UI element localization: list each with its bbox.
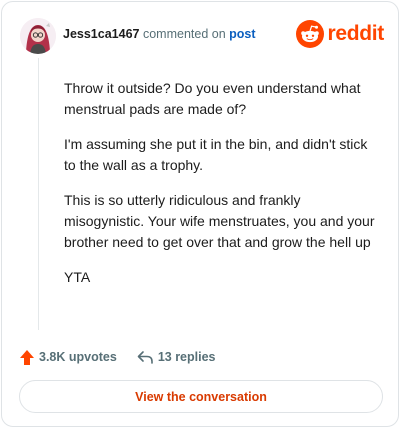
comment-paragraph: Throw it outside? Do you even understand… [64, 80, 361, 117]
username-link[interactable]: Jess1ca1467 [63, 27, 139, 41]
post-link[interactable]: post [229, 27, 255, 41]
replies-stat[interactable]: 13 replies [137, 350, 216, 364]
comment-meta: Jess1ca1467 commented on post [63, 27, 256, 41]
comment-paragraph: This is so utterly ridiculous and frankl… [64, 192, 375, 250]
avatar-icon[interactable] [20, 18, 56, 54]
comment-paragraph: YTA [64, 269, 91, 285]
upvotes-stat[interactable]: 3.8K upvotes [20, 349, 117, 365]
reddit-logo-icon [296, 20, 325, 48]
reddit-brand[interactable]: reddit [296, 20, 384, 48]
brand-wordmark: reddit [327, 22, 384, 45]
upvote-arrow-icon [20, 349, 34, 365]
replies-count: 13 replies [157, 350, 216, 364]
comment-paragraph: I'm assuming she put it in the bin, and … [64, 136, 368, 173]
comment-footer: 3.8K upvotes 13 replies [20, 346, 216, 368]
view-conversation-button[interactable]: View the conversation [19, 380, 383, 413]
comment-body: Throw it outside? Do you even understand… [64, 78, 382, 302]
comment-header: Jess1ca1467 commented on post reddit [20, 16, 384, 56]
action-text: commented on [142, 27, 226, 41]
thread-line [38, 58, 39, 330]
upvotes-count: 3.8K upvotes [39, 350, 117, 364]
reply-arrow-icon [137, 351, 153, 364]
comment-card: Jess1ca1467 commented on post reddit Thr… [1, 1, 399, 427]
